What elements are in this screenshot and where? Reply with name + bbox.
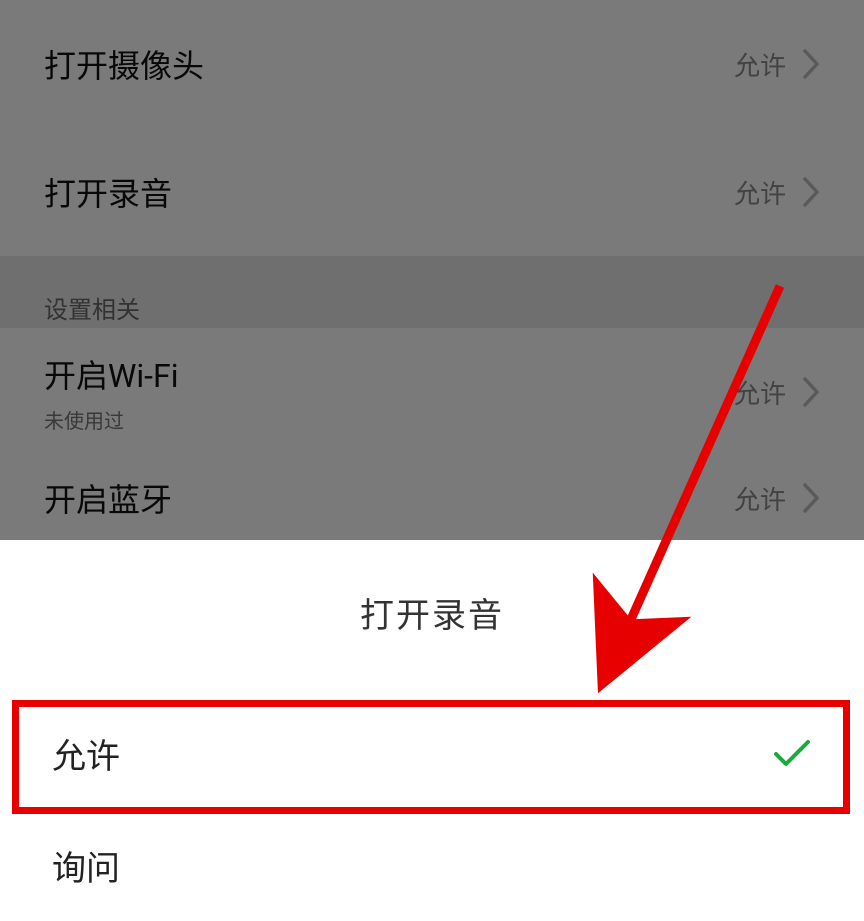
settings-row-label: 开启Wi-Fi (44, 351, 179, 397)
sheet-option-label: 允许 (52, 729, 120, 778)
section-header-label: 设置相关 (44, 296, 140, 324)
settings-row-label: 打开录音 (44, 169, 172, 215)
settings-row-camera[interactable]: 打开摄像头 允许 (0, 0, 864, 128)
settings-row-label: 开启蓝牙 (44, 475, 172, 521)
settings-row-value: 允许 (734, 374, 786, 411)
chevron-right-icon (802, 177, 820, 207)
chevron-right-icon (802, 483, 820, 513)
check-icon (772, 738, 812, 768)
settings-row-record[interactable]: 打开录音 允许 (0, 128, 864, 256)
settings-row-label: 打开摄像头 (44, 41, 204, 87)
sheet-title: 打开录音 (0, 540, 864, 697)
chevron-right-icon (802, 377, 820, 407)
sheet-option-ask[interactable]: 询问 (0, 809, 864, 921)
sheet-option-allow[interactable]: 允许 (0, 697, 864, 809)
chevron-right-icon (802, 49, 820, 79)
settings-row-value: 允许 (734, 46, 786, 83)
action-sheet: 打开录音 允许 询问 (0, 540, 864, 920)
dimmed-settings-background: 打开摄像头 允许 打开录音 允许 设置相关 开启Wi-Fi 未使用过 允许 开启… (0, 0, 864, 540)
settings-row-value: 允许 (734, 174, 786, 211)
settings-row-value: 允许 (734, 480, 786, 517)
section-header: 设置相关 (0, 256, 864, 328)
sheet-option-label: 询问 (52, 841, 120, 890)
settings-row-subtext: 未使用过 (44, 405, 179, 434)
settings-row-wifi[interactable]: 开启Wi-Fi 未使用过 允许 (0, 328, 864, 456)
settings-row-bluetooth[interactable]: 开启蓝牙 允许 (0, 456, 864, 540)
